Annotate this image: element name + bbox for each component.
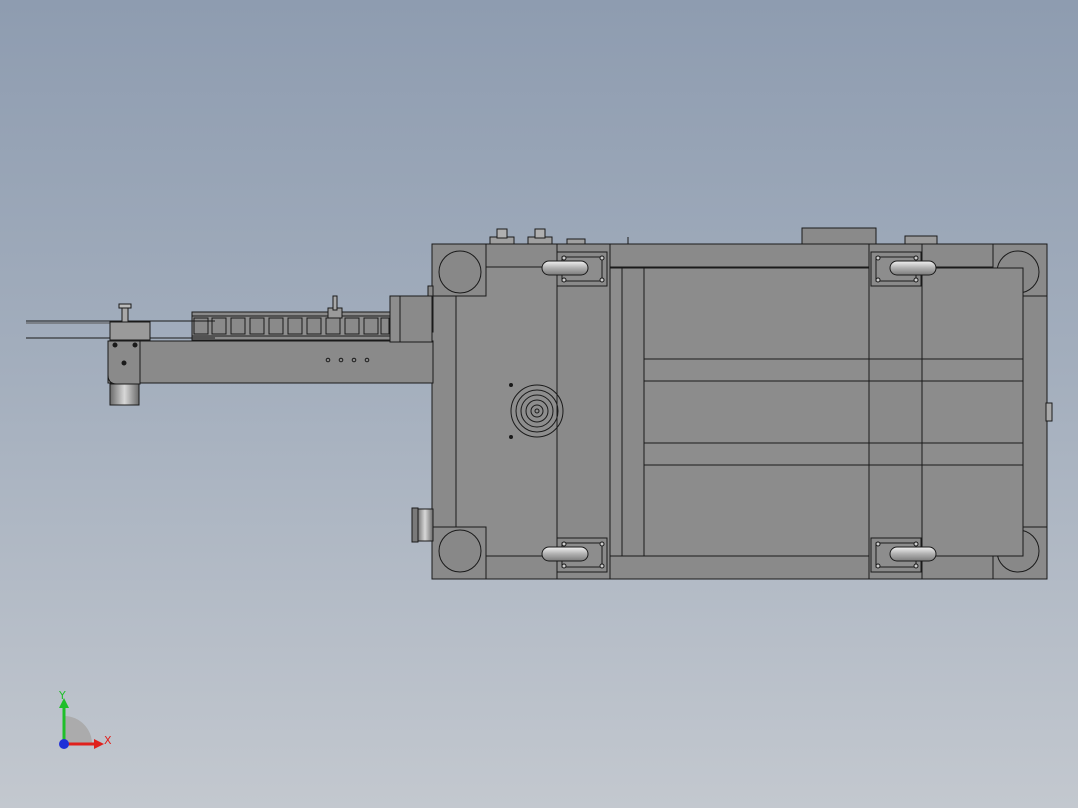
guide-post-left xyxy=(109,303,151,341)
conveyor-chain xyxy=(191,311,391,341)
machine-top-view-model[interactable]: Y X xyxy=(0,0,1078,808)
cad-graphics-viewport[interactable]: Y X xyxy=(0,0,1078,808)
panel-grid xyxy=(643,267,1024,557)
top-fittings xyxy=(489,227,938,247)
triad-quadrant xyxy=(64,716,92,744)
z-axis-dot xyxy=(59,739,69,749)
coordinate-triad: Y X xyxy=(58,689,112,749)
side-knob-right xyxy=(1045,402,1053,422)
x-axis-arrowhead xyxy=(94,739,104,749)
y-axis-label: Y xyxy=(58,689,66,702)
guide-post-right xyxy=(327,295,343,319)
side-knob-left xyxy=(411,507,434,543)
x-axis-label: X xyxy=(104,734,112,747)
